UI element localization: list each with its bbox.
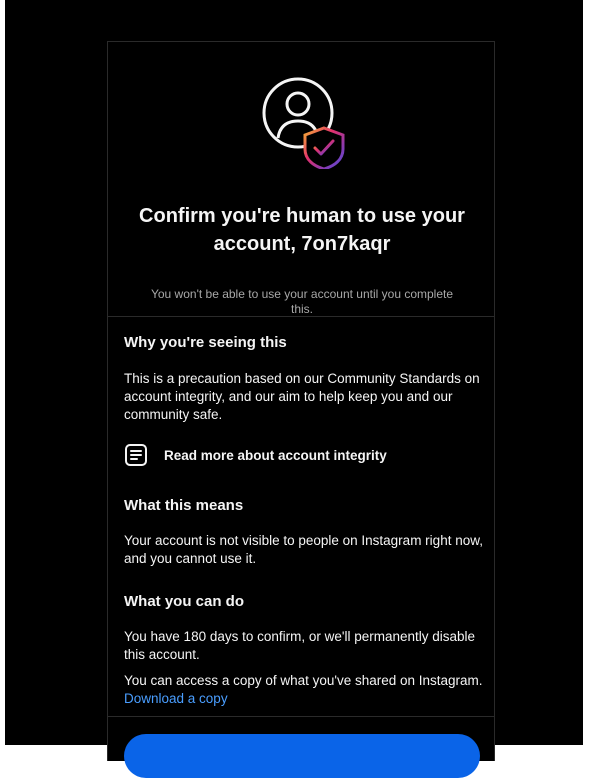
continue-button[interactable] xyxy=(124,734,480,778)
document-icon xyxy=(125,444,147,466)
page-subtitle: You won't be able to use your account un… xyxy=(150,287,454,316)
means-body: Your account is not visible to people on… xyxy=(124,533,483,566)
can-do-heading: What you can do xyxy=(124,593,244,610)
copy-text: You can access a copy of what you've sha… xyxy=(124,672,486,708)
user-shield-icon xyxy=(262,77,345,169)
can-do-body: You have 180 days to confirm, or we'll p… xyxy=(124,629,476,662)
account-integrity-link[interactable]: Read more about account integrity xyxy=(124,442,387,468)
divider xyxy=(108,716,494,717)
confirm-human-card: Confirm you're human to use your account… xyxy=(107,41,495,778)
page-background: Confirm you're human to use your account… xyxy=(5,0,583,778)
divider xyxy=(108,316,494,317)
account-integrity-link-label: Read more about account integrity xyxy=(164,447,387,463)
why-body: This is a precaution based on our Commun… xyxy=(124,371,480,422)
why-heading: Why you're seeing this xyxy=(124,334,287,351)
copy-text-label: You can access a copy of what you've sha… xyxy=(124,673,483,688)
download-copy-link[interactable]: Download a copy xyxy=(124,691,228,706)
means-heading: What this means xyxy=(124,497,244,514)
page-title: Confirm you're human to use your account… xyxy=(139,205,465,255)
